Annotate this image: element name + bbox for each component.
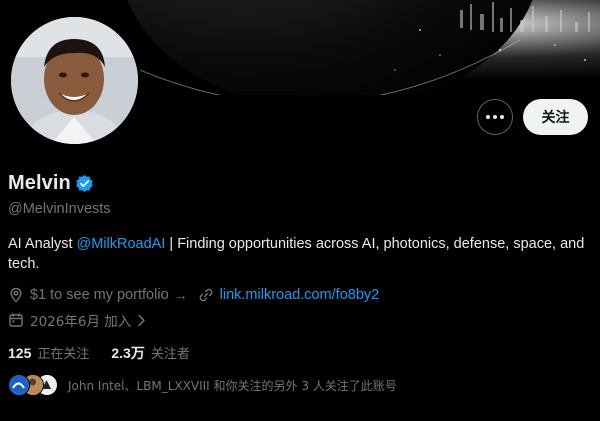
display-name: Melvin [8,172,71,194]
followers-stat[interactable]: 2.3万 关注者 [111,343,189,363]
location-item: $1 to see my portfolio → [8,287,188,303]
following-stat[interactable]: 125 正在关注 [8,343,89,363]
followers-you-know-text: John Intel、LBM_LXXVIII 和你关注的另外 3 人关注了此账号 [68,378,397,393]
name-row: Melvin [8,172,94,195]
joined-row[interactable]: 2026年6月 加入 [8,310,146,330]
profile-bio: AI Analyst @MilkRoadAI | Finding opportu… [8,234,588,274]
link-icon [199,288,213,302]
joined-date: 2026年6月 加入 [30,314,132,330]
avatar-photo [11,17,138,144]
bio-mention-link[interactable]: @MilkRoadAI [77,236,166,252]
more-icon [486,115,490,119]
chevron-right-icon [138,314,145,326]
arrow-right-icon: → [173,287,188,303]
bio-text-prefix: AI Analyst [8,236,77,252]
followers-you-know[interactable]: John Intel、LBM_LXXVIII 和你关注的另外 3 人关注了此账号 [8,374,397,396]
mutual-avatars [8,374,62,396]
profile-avatar[interactable] [8,14,141,147]
following-label: 正在关注 [37,347,90,362]
follow-button[interactable]: 关注 [523,99,588,135]
website-link[interactable]: link.milkroad.com/fo8by2 [220,287,380,303]
followers-label: 关注者 [150,347,190,362]
following-count: 125 [8,345,32,361]
calendar-icon [9,313,23,327]
followers-count: 2.3万 [111,345,145,361]
user-handle: @MelvinInvests [8,201,111,217]
location-text: $1 to see my portfolio [30,287,169,303]
avatar [8,374,30,396]
location-pin-icon [10,287,22,303]
verified-badge-icon[interactable] [75,174,94,193]
more-options-button[interactable] [477,99,513,135]
follow-stats: 125 正在关注 2.3万 关注者 [8,343,212,363]
website-item: link.milkroad.com/fo8by2 [198,287,380,303]
profile-meta-row: $1 to see my portfolio → link.milkroad.c… [8,287,389,303]
